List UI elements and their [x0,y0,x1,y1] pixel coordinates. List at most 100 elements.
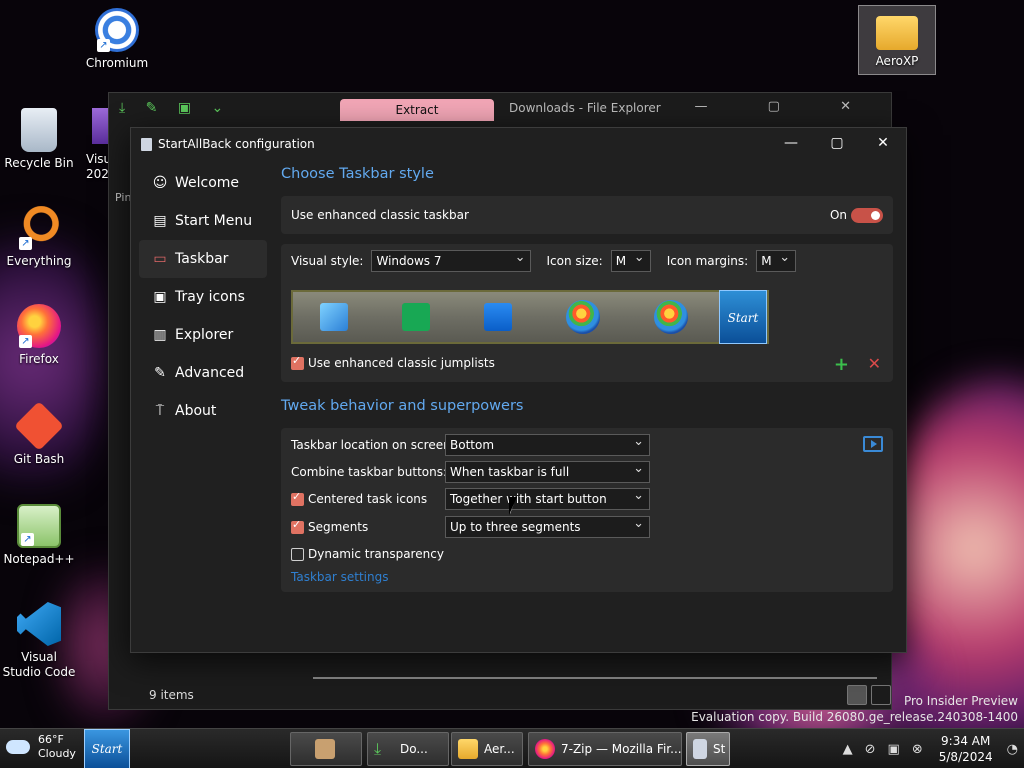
jumplists-checkbox[interactable] [291,354,304,370]
icon-margins-label: Icon margins: [666,254,749,268]
tweak-row-centered: Centered task icons Together with start … [291,486,650,510]
section-title-tweaks: Tweak behavior and superpowers [281,398,524,414]
sab-window-title: StartAllBack configuration [158,137,315,151]
explorer-horizontal-scrollbar[interactable] [313,677,877,679]
dynamic-transparency-label: Dynamic transparency [308,547,444,561]
icon-margins-select[interactable]: M [756,248,797,272]
nav-item-welcome[interactable]: ☺ Welcome [139,164,267,202]
taskbar-item-startallback[interactable]: St [686,732,730,766]
icon-size-select[interactable]: M [610,248,651,272]
close-button[interactable]: ✕ [860,128,906,158]
volume-muted-icon[interactable]: ⊗ [912,742,923,757]
visual-style-label: Visual style: [291,254,364,268]
notification-bell-icon[interactable]: ◔ [1007,742,1018,757]
start-menu-icon: ▤ [153,213,167,229]
notepad-plus-plus-icon: ↗ [17,504,61,548]
wrench-icon: ✎ [154,365,166,381]
taskbar-location-label: Taskbar location on screen: [291,438,455,452]
weather-temperature: 66°F [38,733,64,746]
tweak-row-segments: Segments Up to three segments [291,514,650,538]
windows-11-style-icon[interactable] [320,303,348,331]
startallback-icon [693,739,707,759]
nav-item-about[interactable]: ⍑ About [139,392,267,430]
tray-overflow-icon[interactable]: ▲ [843,742,853,757]
desktop-icon-visual-studio-partial[interactable]: Visu 2022 [86,108,110,188]
section-title-taskbar-style: Choose Taskbar style [281,166,434,182]
recycle-bin-icon [21,108,57,152]
donkey-icon [315,739,335,759]
start-button[interactable]: Start [84,729,130,768]
desktop-icon-chromium[interactable]: ↗ Chromium [79,8,155,71]
taskbar-location-select[interactable]: Bottom [445,432,650,456]
tweak-row-transparency: Dynamic transparency [291,543,444,565]
display-icon[interactable]: ▣ [888,742,900,757]
explorer-window-controls[interactable]: — ▢ ✕ [695,99,879,114]
explorer-item-count: 9 items [149,688,194,702]
system-tray: ▲ ⊘ ▣ ⊗ 9:34 AM 5/8/2024 ◔ [843,729,1024,768]
windows-7-orb-icon[interactable] [566,300,600,334]
mouse-cursor [509,497,522,515]
windows-vista-orb-icon[interactable] [654,300,688,334]
startallback-window[interactable]: StartAllBack configuration — ▢ ✕ ☺ Welco… [130,127,907,653]
windows-green-style-icon[interactable] [402,303,430,331]
jumplists-row[interactable]: Use enhanced classic jumplists [291,354,495,370]
toggle-state-label: On [829,208,847,222]
explorer-titlebar[interactable]: ⤓ ✎ ▣ ⌄ Extract Downloads - File Explore… [109,93,891,123]
desktop-icon-recycle-bin[interactable]: Recycle Bin [1,108,77,171]
network-icon[interactable]: ⊘ [865,742,876,757]
combine-buttons-select[interactable]: When taskbar is full [445,459,650,483]
taskbar-item-firefox[interactable]: 7-Zip — Mozilla Fir... [528,732,682,766]
taskbar-item-downloads[interactable]: ⤓ Do... [367,732,449,766]
clock-date: 5/8/2024 [938,750,993,764]
nav-item-advanced[interactable]: ✎ Advanced [139,354,267,392]
explorer-folder-icon: ▥ [153,327,167,343]
everything-icon: ↗ [17,206,61,250]
clock-time: 9:34 AM [941,734,991,748]
about-icon: ⍑ [155,403,165,419]
classic-start-button-preview[interactable]: Start [719,290,767,344]
firefox-icon: ↗ [17,304,61,348]
segments-checkbox[interactable] [291,518,304,534]
enhanced-taskbar-toggle[interactable] [851,208,883,223]
sab-titlebar[interactable]: StartAllBack configuration — ▢ ✕ [131,128,906,160]
explorer-quick-access-icons[interactable]: ⤓ ✎ ▣ ⌄ [109,100,231,116]
desktop-icon-vscode[interactable]: Visual Studio Code [1,602,77,680]
sab-sidebar: ☺ Welcome ▤ Start Menu ▭ Taskbar ▣ Tray … [139,164,267,430]
dynamic-transparency-checkbox[interactable] [291,547,304,561]
desktop-icon-notepad-plus-plus[interactable]: ↗ Notepad++ [1,504,77,567]
clock[interactable]: 9:34 AM 5/8/2024 [939,733,993,765]
desktop-icon-aeroxp[interactable]: AeroXP [858,8,936,69]
desktop-icon-everything[interactable]: ↗ Everything [1,206,77,269]
explorer-window-title: Downloads - File Explorer [509,101,661,115]
nav-item-taskbar[interactable]: ▭ Taskbar [139,240,267,278]
video-preview-icon[interactable] [863,436,883,452]
maximize-button[interactable]: ▢ [814,128,860,158]
minimize-button[interactable]: — [768,128,814,158]
enhanced-taskbar-row: Use enhanced classic taskbar On [281,196,893,234]
jumplists-label: Use enhanced classic jumplists [308,356,495,370]
centered-icons-checkbox[interactable] [291,490,304,506]
explorer-tab-extract[interactable]: Extract [340,99,494,121]
visual-style-select[interactable]: Windows 7 [371,248,532,272]
nav-item-start-menu[interactable]: ▤ Start Menu [139,202,267,240]
weather-widget[interactable]: 66°F Cloudy [6,733,76,761]
add-style-icon[interactable]: + [834,354,849,375]
taskbar-settings-link[interactable]: Taskbar settings [291,570,388,584]
nav-item-tray-icons[interactable]: ▣ Tray icons [139,278,267,316]
centered-icons-select[interactable]: Together with start button [445,486,650,510]
segments-select[interactable]: Up to three segments [445,514,650,538]
windows-10-style-icon[interactable] [484,303,512,331]
taskbar: 66°F Cloudy Start ⤓ Do... Aer... 7-Zip —… [0,728,1024,768]
desktop-icon-firefox[interactable]: ↗ Firefox [1,304,77,367]
visual-style-card: Visual style: Windows 7 Icon size: M Ico… [281,244,893,382]
nav-item-explorer[interactable]: ▥ Explorer [139,316,267,354]
icon-size-label: Icon size: [546,254,603,268]
smiley-icon: ☺ [152,175,168,191]
download-icon: ⤓ [374,739,382,758]
desktop-icon-git-bash[interactable]: Git Bash [1,401,77,467]
taskbar-style-preview[interactable]: Start [291,290,769,344]
taskbar-item-aeroxp[interactable]: Aer... [451,732,523,766]
segments-label: Segments [308,520,369,534]
taskbar-item-donkey[interactable] [290,732,362,766]
remove-style-icon[interactable]: ✕ [868,354,881,373]
